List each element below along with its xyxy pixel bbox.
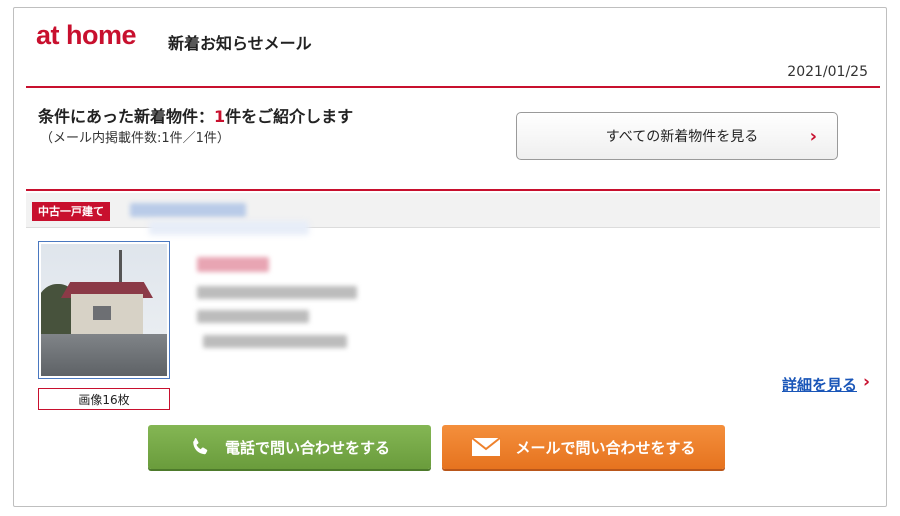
detail-line-redacted [197,310,309,323]
detail-line-redacted [197,286,357,299]
athome-logo[interactable]: at home [36,20,137,51]
property-type-badge: 中古一戸建て [32,202,110,221]
view-all-listings-button[interactable]: すべての新着物件を見る › [516,112,838,160]
phone-icon [189,436,211,458]
property-photo[interactable] [38,241,170,379]
mail-date: 2021/01/25 [787,64,868,80]
property-name-redacted[interactable] [130,203,246,217]
envelope-icon [471,437,502,457]
heading-suffix: 件をご紹介します [225,107,354,126]
section-divider [26,189,880,191]
view-details-link[interactable]: 詳細を見る [782,374,857,395]
heading-prefix: 条件にあった新着物件： [38,107,215,126]
new-listings-heading: 条件にあった新着物件：1件をご紹介します [38,103,353,127]
house-photo [41,244,167,376]
image-count-label: 画像16枚 [38,388,170,410]
phone-inquiry-label: 電話で問い合わせをする [224,438,390,457]
chevron-right-icon: › [809,126,817,147]
detail-line-redacted [203,335,347,348]
mail-inquiry-button[interactable]: メールで問い合わせをする [442,425,725,469]
property-header: 中古一戸建て [26,193,880,235]
view-all-label: すべての新着物件を見る [605,129,759,145]
phone-inquiry-button[interactable]: 電話で問い合わせをする [148,425,431,469]
listings-count-note: （メール内掲載件数:1件／1件） [40,131,230,146]
mail-title: 新着お知らせメール [168,34,312,53]
chevron-right-icon: › [862,372,870,392]
listing-count: 1 [214,107,226,126]
mail-inquiry-label: メールで問い合わせをする [515,438,696,457]
price-redacted [197,257,269,272]
redacted-overlay [149,221,309,235]
header-divider [26,86,880,88]
